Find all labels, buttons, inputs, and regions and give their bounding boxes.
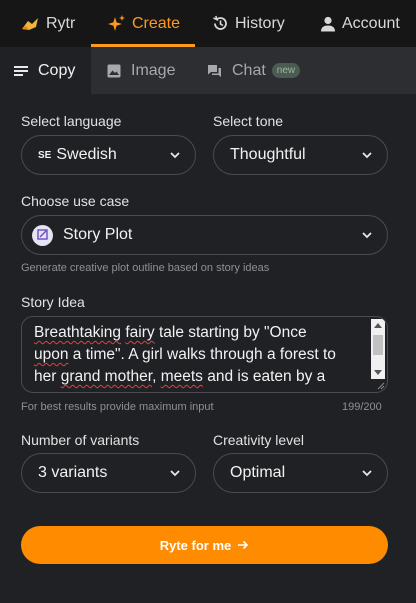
- language-value: Swedish: [56, 146, 117, 163]
- usecase-label: Choose use case: [21, 193, 130, 209]
- textarea-scrollbar[interactable]: [371, 319, 385, 379]
- usecase-value: Story Plot: [63, 226, 133, 243]
- nav-history-label: History: [235, 14, 285, 32]
- creativity-value: Optimal: [230, 464, 286, 481]
- language-label: Select language: [21, 113, 122, 129]
- content-type-tabs: Copy Image Chat new: [0, 47, 416, 94]
- tone-value: Thoughtful: [230, 146, 306, 163]
- chevron-down-icon: [362, 470, 372, 477]
- sweden-flag-icon: SE: [38, 149, 52, 161]
- history-icon: [213, 15, 227, 30]
- creativity-label: Creativity level: [213, 432, 305, 448]
- rytr-logo-icon: [22, 17, 38, 30]
- image-icon: [107, 64, 121, 77]
- language-select[interactable]: SE Swedish: [21, 135, 196, 175]
- top-nav: Rytr Create History Account: [0, 0, 416, 47]
- nav-account[interactable]: Account: [320, 0, 400, 47]
- usecase-help-text: Generate creative plot outline based on …: [21, 262, 270, 274]
- tone-select[interactable]: Thoughtful: [213, 135, 388, 175]
- story-idea-textarea[interactable]: Breathtaking fairy tale starting by "Onc…: [21, 316, 388, 393]
- usecase-select[interactable]: Story Plot: [21, 215, 388, 255]
- tab-chat[interactable]: Chat new: [207, 47, 301, 94]
- story-idea-label: Story Idea: [21, 294, 85, 310]
- lines-icon: [14, 65, 28, 76]
- scroll-down-arrow-icon[interactable]: [374, 370, 382, 375]
- variants-value: 3 variants: [38, 464, 108, 481]
- scroll-up-arrow-icon[interactable]: [374, 323, 382, 328]
- nav-create-label: Create: [132, 14, 181, 32]
- tab-image-label: Image: [131, 61, 176, 79]
- chat-icon: [208, 64, 221, 77]
- chevron-down-icon: [170, 152, 180, 159]
- new-badge: new: [271, 63, 301, 78]
- nav-account-label: Account: [342, 14, 400, 32]
- variants-select[interactable]: 3 variants: [21, 453, 196, 493]
- user-icon: [321, 16, 335, 31]
- variants-label: Number of variants: [21, 432, 140, 448]
- tab-copy-label: Copy: [38, 61, 76, 79]
- sparkle-icon: [108, 14, 125, 31]
- arrow-right-icon: [238, 540, 249, 550]
- chevron-down-icon: [362, 152, 372, 159]
- tab-image[interactable]: Image: [107, 47, 175, 94]
- ryte-for-me-button[interactable]: Ryte for me: [21, 526, 388, 564]
- story-idea-text: Breathtaking fairy tale starting by "Onc…: [34, 324, 336, 385]
- nav-history[interactable]: History: [212, 0, 285, 47]
- story-help-text: For best results provide maximum input: [21, 401, 214, 413]
- chevron-down-icon: [170, 470, 180, 477]
- tone-label: Select tone: [213, 113, 284, 129]
- tab-chat-label: Chat: [232, 61, 266, 79]
- story-plot-icon: [32, 224, 53, 246]
- ryte-for-me-label: Ryte for me: [159, 537, 232, 553]
- chevron-down-icon: [362, 232, 372, 239]
- tab-copy[interactable]: Copy: [0, 47, 91, 94]
- scroll-thumb[interactable]: [373, 335, 383, 355]
- nav-brand-label: Rytr: [46, 14, 76, 32]
- resize-handle-icon[interactable]: [375, 380, 385, 390]
- nav-brand[interactable]: Rytr: [20, 0, 75, 47]
- nav-create[interactable]: Create: [108, 0, 180, 47]
- story-char-count: 199/200: [342, 401, 382, 413]
- creativity-select[interactable]: Optimal: [213, 453, 388, 493]
